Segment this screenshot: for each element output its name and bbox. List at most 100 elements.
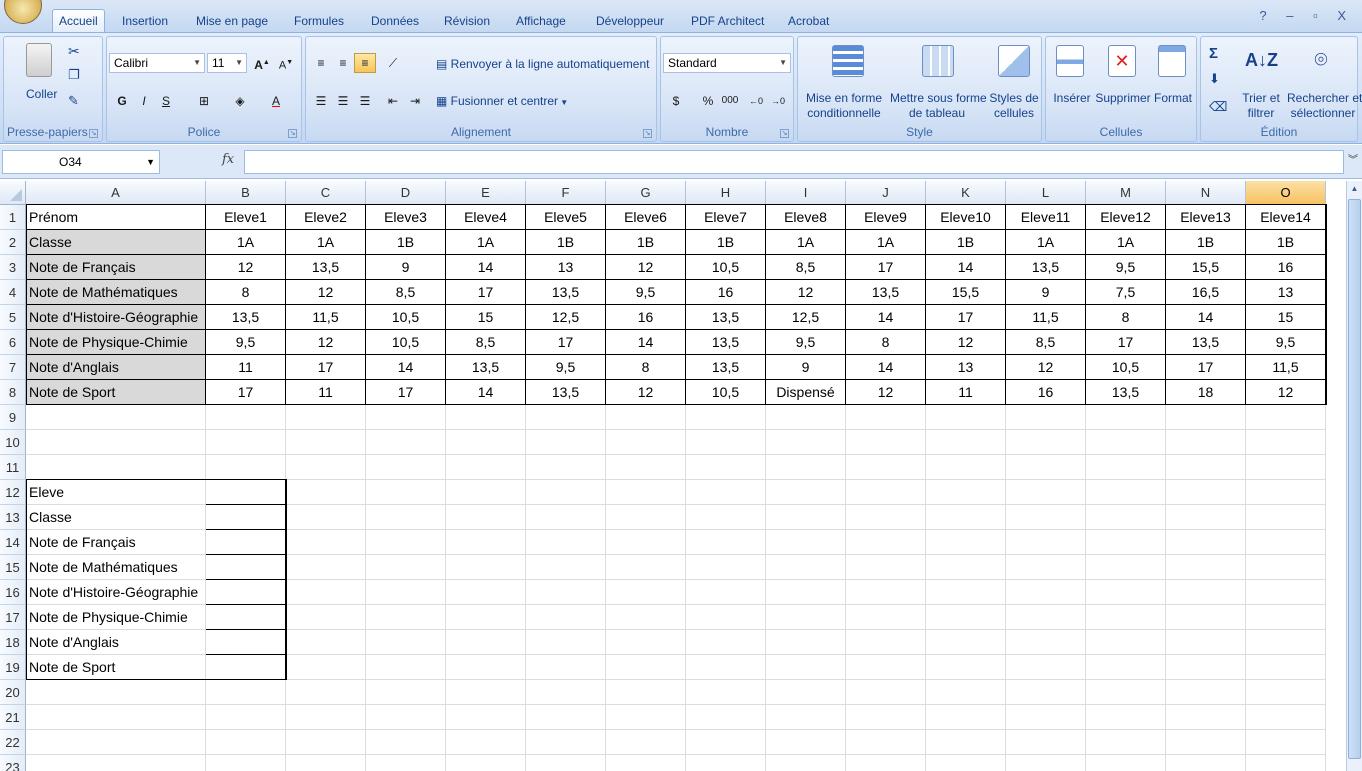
cell[interactable]: Prénom bbox=[26, 205, 206, 230]
column-header[interactable]: H bbox=[686, 181, 766, 205]
grow-font-icon[interactable]: A▲ bbox=[251, 53, 273, 73]
cell[interactable]: 8,5 bbox=[1006, 330, 1086, 355]
cell[interactable] bbox=[1086, 530, 1166, 555]
font-launcher-icon[interactable]: ↘ bbox=[288, 129, 297, 138]
find-select-button[interactable]: Rechercher et sélectionner bbox=[1287, 91, 1362, 121]
cell[interactable] bbox=[606, 755, 686, 771]
cell-styles-button[interactable]: Styles de cellules bbox=[988, 91, 1040, 121]
cell[interactable] bbox=[446, 705, 526, 730]
cell[interactable]: 16,5 bbox=[1166, 280, 1246, 305]
cell[interactable] bbox=[1006, 680, 1086, 705]
cell[interactable] bbox=[1246, 405, 1326, 430]
cell[interactable] bbox=[926, 730, 1006, 755]
cell[interactable] bbox=[606, 480, 686, 505]
cell[interactable] bbox=[526, 605, 606, 630]
cell[interactable] bbox=[926, 480, 1006, 505]
cell[interactable]: Eleve4 bbox=[446, 205, 526, 230]
cell[interactable] bbox=[606, 580, 686, 605]
cell[interactable] bbox=[1166, 505, 1246, 530]
cell[interactable] bbox=[686, 630, 766, 655]
cell[interactable] bbox=[766, 480, 846, 505]
cell[interactable] bbox=[926, 505, 1006, 530]
cell[interactable]: 12 bbox=[1246, 380, 1326, 405]
fill-color-icon[interactable]: ◈ bbox=[229, 91, 251, 111]
cell[interactable] bbox=[1086, 555, 1166, 580]
cell[interactable] bbox=[206, 405, 286, 430]
cell[interactable] bbox=[766, 555, 846, 580]
cell[interactable] bbox=[926, 755, 1006, 771]
insert-cells-button[interactable]: Insérer bbox=[1050, 91, 1094, 106]
cell[interactable] bbox=[1006, 580, 1086, 605]
cell[interactable] bbox=[286, 705, 366, 730]
cell[interactable] bbox=[686, 680, 766, 705]
cell[interactable] bbox=[366, 430, 446, 455]
cell[interactable]: Note de Mathématiques bbox=[26, 555, 206, 580]
align-center-icon[interactable]: ☰ bbox=[332, 91, 354, 111]
cell[interactable] bbox=[1246, 555, 1326, 580]
cell[interactable]: 13 bbox=[1246, 280, 1326, 305]
cell[interactable] bbox=[1086, 480, 1166, 505]
function-icon[interactable]: fx bbox=[222, 152, 234, 167]
spreadsheet-grid[interactable]: ABCDEFGHIJKLMNO 1 2 3 4 5 6 7 8 9 10 11 12 13 14 15 16 1… bbox=[0, 181, 1346, 771]
cell[interactable] bbox=[686, 730, 766, 755]
cell[interactable] bbox=[526, 655, 606, 680]
cell[interactable] bbox=[1166, 655, 1246, 680]
cell[interactable]: 13,5 bbox=[1086, 380, 1166, 405]
cell[interactable]: 8 bbox=[606, 355, 686, 380]
cell[interactable] bbox=[446, 530, 526, 555]
font-size-select[interactable]: 11 ▼ bbox=[207, 53, 247, 73]
paste-button[interactable]: Coller bbox=[26, 87, 57, 101]
decrease-decimal-icon[interactable]: →0 bbox=[767, 91, 789, 111]
cell[interactable] bbox=[926, 530, 1006, 555]
cell[interactable]: 16 bbox=[686, 280, 766, 305]
cell[interactable] bbox=[26, 455, 206, 480]
cell[interactable]: 14 bbox=[846, 355, 926, 380]
align-bottom-icon[interactable]: ≡ bbox=[354, 53, 376, 73]
cell[interactable] bbox=[766, 530, 846, 555]
cell[interactable] bbox=[1246, 680, 1326, 705]
cell[interactable] bbox=[286, 605, 366, 630]
cell[interactable] bbox=[1006, 430, 1086, 455]
cell[interactable]: 1B bbox=[366, 230, 446, 255]
cell[interactable] bbox=[926, 455, 1006, 480]
office-button-icon[interactable] bbox=[4, 0, 42, 24]
clear-icon[interactable]: ⌫ bbox=[1209, 99, 1227, 115]
cell[interactable] bbox=[606, 730, 686, 755]
tab-3[interactable]: Formules bbox=[288, 11, 350, 33]
cell[interactable] bbox=[366, 405, 446, 430]
cell[interactable]: 8,5 bbox=[766, 255, 846, 280]
tab-0[interactable]: Accueil bbox=[52, 9, 105, 32]
cell[interactable] bbox=[1166, 730, 1246, 755]
cell[interactable]: 13,5 bbox=[1166, 330, 1246, 355]
cell[interactable]: 7,5 bbox=[1086, 280, 1166, 305]
cell[interactable]: 14 bbox=[446, 255, 526, 280]
cell[interactable] bbox=[1166, 605, 1246, 630]
cell[interactable] bbox=[286, 580, 366, 605]
cell[interactable] bbox=[1006, 405, 1086, 430]
cell[interactable]: 14 bbox=[606, 330, 686, 355]
cell[interactable]: 9,5 bbox=[766, 330, 846, 355]
cell[interactable]: 13,5 bbox=[686, 330, 766, 355]
cell[interactable] bbox=[846, 405, 926, 430]
cell[interactable] bbox=[1006, 530, 1086, 555]
cell[interactable]: 17 bbox=[526, 330, 606, 355]
cell[interactable] bbox=[526, 580, 606, 605]
cell[interactable] bbox=[286, 405, 366, 430]
cell[interactable] bbox=[1006, 555, 1086, 580]
cell[interactable] bbox=[1086, 730, 1166, 755]
cell[interactable] bbox=[366, 455, 446, 480]
cell[interactable] bbox=[286, 555, 366, 580]
cell[interactable] bbox=[206, 730, 286, 755]
cell[interactable]: 8,5 bbox=[366, 280, 446, 305]
cell[interactable] bbox=[1246, 530, 1326, 555]
cell[interactable] bbox=[26, 430, 206, 455]
column-header[interactable]: B bbox=[206, 181, 286, 205]
cell[interactable] bbox=[606, 455, 686, 480]
cell[interactable] bbox=[1246, 705, 1326, 730]
cell[interactable] bbox=[286, 455, 366, 480]
cell[interactable] bbox=[206, 605, 286, 630]
cell[interactable] bbox=[526, 730, 606, 755]
cell[interactable] bbox=[606, 705, 686, 730]
cell[interactable]: 13,5 bbox=[446, 355, 526, 380]
cell-styles-icon[interactable] bbox=[998, 45, 1030, 77]
